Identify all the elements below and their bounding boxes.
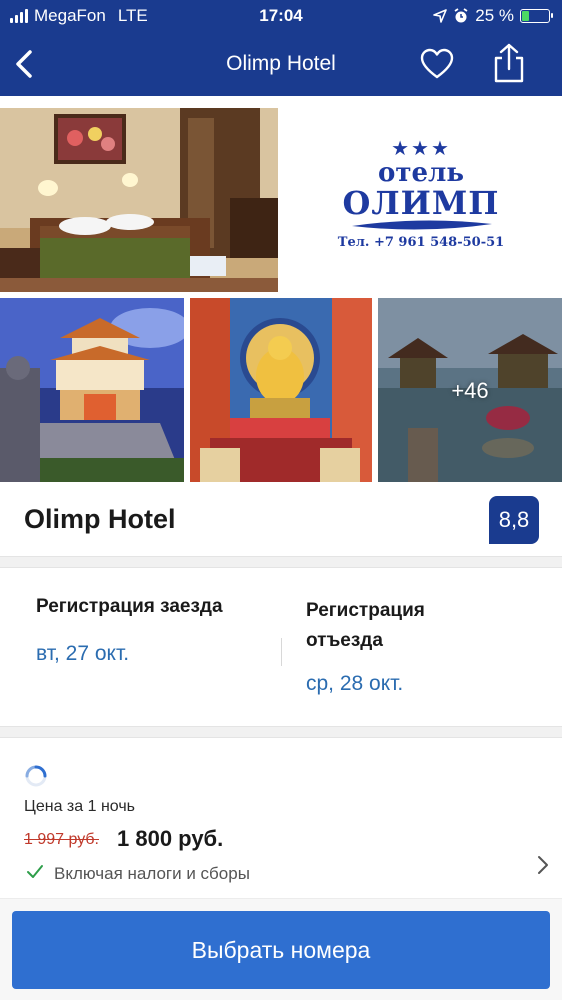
photo-gallery: ★★★ отель ОЛИМП Тел. +7 961 548-50-51 +4…	[0, 108, 562, 482]
checkout-title: Регистрация отъезда	[306, 600, 425, 651]
status-bar: MegaFon LTE 17:04 25 %	[0, 0, 562, 32]
hotel-name: Olimp Hotel	[24, 504, 176, 534]
heart-icon	[420, 48, 454, 79]
battery-percent: 25 %	[475, 6, 514, 25]
status-right: 25 %	[433, 6, 553, 26]
app-header: MegaFon LTE 17:04 25 % Olimp Hotel	[0, 0, 562, 96]
location-arrow-icon	[433, 9, 448, 23]
buddha-photo[interactable]	[190, 298, 372, 482]
page-title: Olimp Hotel	[226, 52, 336, 75]
temple-photo[interactable]	[0, 298, 184, 482]
spinner-icon	[25, 765, 47, 787]
room-photo[interactable]	[0, 108, 278, 292]
alarm-icon	[454, 8, 468, 23]
chevron-right-icon	[538, 856, 548, 874]
share-button[interactable]	[490, 42, 528, 84]
more-photos-count: +46	[451, 378, 489, 403]
hotel-name-row: Olimp Hotel 8,8	[0, 482, 562, 556]
price-label: Цена за 1 ночь	[24, 798, 135, 815]
battery-icon	[520, 9, 553, 23]
checkin-title: Регистрация заезда	[36, 596, 223, 617]
price-section[interactable]: Цена за 1 ночь 1 997 руб. 1 800 руб. Вкл…	[0, 738, 562, 898]
section-divider	[0, 556, 562, 568]
favorite-button[interactable]	[418, 46, 456, 82]
dates-section: Регистрация заезда вт, 27 окт. Регистрац…	[0, 568, 562, 726]
logo-phone: Тел. +7 961 548-50-51	[337, 235, 505, 250]
section-divider	[0, 726, 562, 738]
checkout-date[interactable]: ср, 28 окт.	[306, 672, 403, 696]
nav-bar: Olimp Hotel	[0, 32, 562, 96]
bottom-bar: Выбрать номера	[0, 898, 562, 1000]
current-price: 1 800 руб.	[117, 826, 224, 851]
logo-swoosh	[352, 220, 492, 230]
taxes-note: Включая налоги и сборы	[54, 864, 250, 883]
old-price: 1 997 руб.	[24, 831, 99, 848]
review-score-badge[interactable]: 8,8	[489, 496, 539, 544]
share-icon	[494, 43, 524, 83]
check-icon	[27, 865, 43, 878]
dates-divider	[281, 638, 282, 666]
checkin-date[interactable]: вт, 27 окт.	[36, 642, 129, 666]
garden-photo[interactable]: +46	[378, 298, 562, 482]
select-rooms-button[interactable]: Выбрать номера	[12, 911, 550, 989]
logo-line2: ОЛИМП	[342, 184, 500, 222]
hotel-logo-card[interactable]: ★★★ отель ОЛИМП Тел. +7 961 548-50-51	[280, 108, 562, 292]
